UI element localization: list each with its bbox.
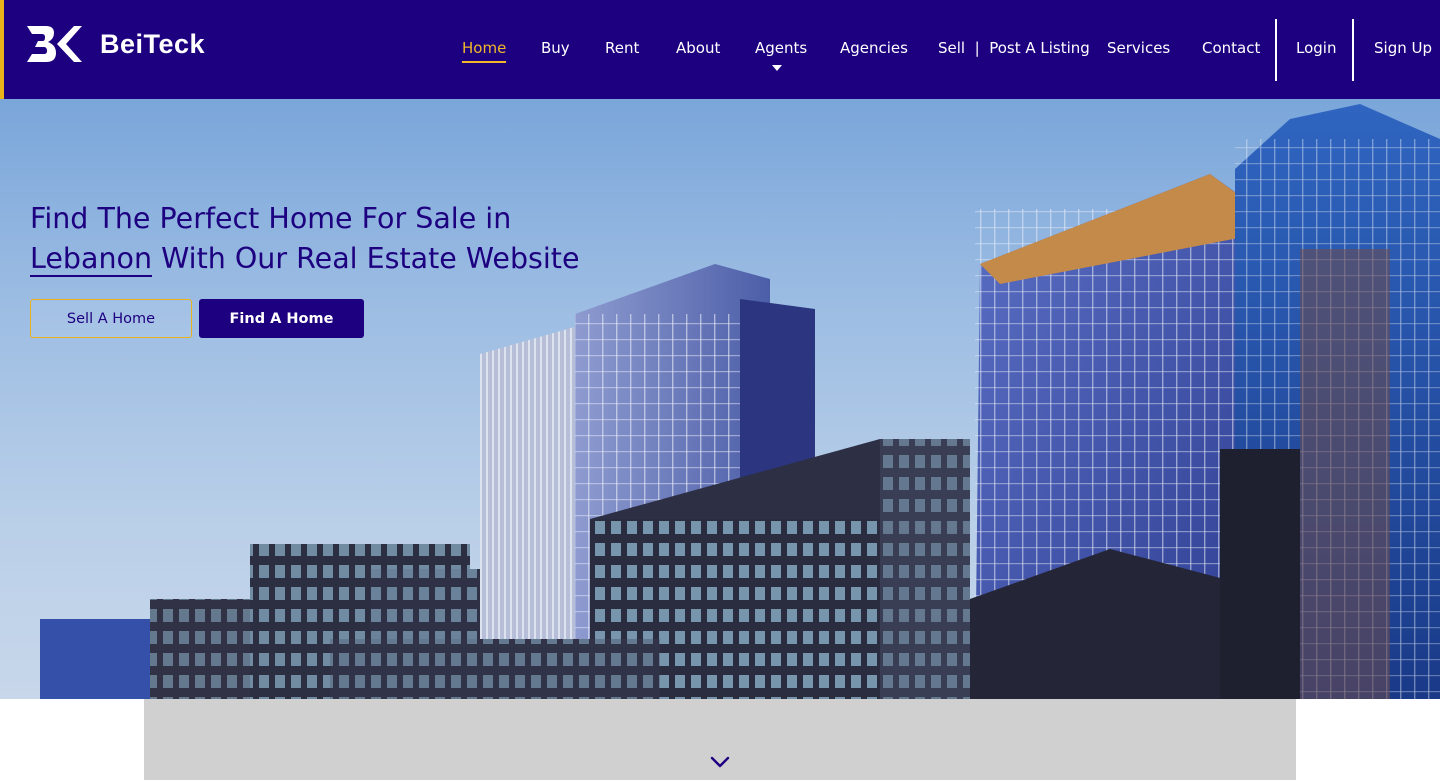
nav-services[interactable]: Services [1107, 38, 1170, 58]
nav-divider [1275, 19, 1277, 81]
nav-sell-post-listing[interactable]: Sell | Post A Listing [938, 38, 1090, 58]
nav-about[interactable]: About [676, 38, 720, 58]
nav-rent[interactable]: Rent [605, 38, 639, 58]
nav-login[interactable]: Login [1296, 38, 1336, 58]
hero-title-part2: With Our Real Estate Website [161, 242, 580, 275]
nav-buy[interactable]: Buy [541, 38, 570, 58]
nav-home[interactable]: Home [462, 38, 507, 63]
nav-contact[interactable]: Contact [1202, 38, 1260, 58]
hero-section: Find The Perfect Home For Sale in Lebano… [0, 99, 1440, 699]
chevron-down-icon[interactable] [710, 755, 730, 769]
city-skyline-image [40, 104, 1440, 699]
main-nav: Home Buy Rent About Agents Agencies Sell… [4, 0, 1440, 99]
site-header: BeiTeck Home Buy Rent About Agents Agenc… [0, 0, 1440, 99]
nav-divider [1352, 19, 1354, 81]
find-a-home-button[interactable]: Find A Home [199, 299, 364, 338]
agents-dropdown-caret-icon[interactable] [772, 65, 782, 71]
hero-heading: Find The Perfect Home For Sale in Lebano… [30, 199, 590, 279]
hero-title-part1: Find The Perfect Home For Sale in [30, 202, 512, 235]
nav-agents[interactable]: Agents [755, 38, 807, 58]
content-panel [144, 699, 1296, 780]
hero-title-highlight: Lebanon [30, 242, 153, 277]
sell-a-home-button[interactable]: Sell A Home [30, 299, 192, 338]
nav-agencies[interactable]: Agencies [840, 38, 908, 58]
nav-signup[interactable]: Sign Up [1374, 38, 1432, 58]
